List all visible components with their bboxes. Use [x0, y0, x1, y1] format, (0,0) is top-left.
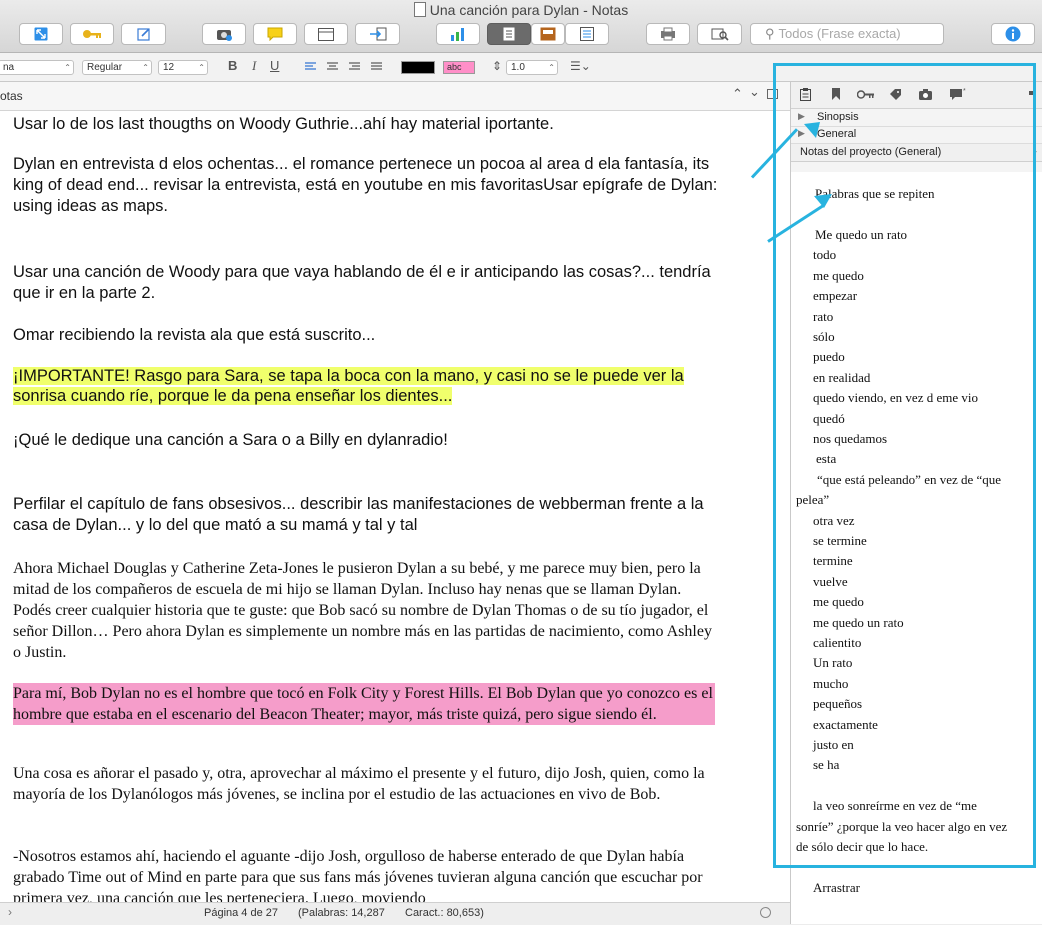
annotation-arrowhead [814, 194, 832, 208]
highlight-label: abc [447, 62, 462, 72]
paragraph: Omar recibiendo la revista ala que está … [13, 326, 376, 344]
outline-button[interactable] [565, 23, 609, 45]
annotation-highlight-box [773, 63, 1036, 868]
note-line: Arrastrar [813, 880, 860, 895]
statistics-button[interactable] [436, 23, 480, 45]
text-color-well[interactable] [401, 61, 435, 74]
chart-icon [451, 28, 464, 41]
pink-highlight-paragraph: Para mí, Bob Dylan no es el hombre que t… [13, 683, 715, 725]
window-title: Una canción para Dylan - Notas [0, 2, 1042, 18]
paragraph: ¡Qué le dedique una canción a Sara o a B… [13, 431, 448, 449]
edit-button[interactable] [121, 23, 166, 45]
search-placeholder: Todos (Frase exacta) [778, 26, 901, 41]
char-count: Caract.: 80,653) [405, 907, 484, 919]
info-icon [1005, 26, 1021, 42]
paragraph: Perfilar el capítulo de fans obsesivos..… [13, 495, 704, 534]
word-count: (Palabras: 14,287 [298, 907, 385, 919]
target-icon[interactable] [760, 907, 771, 918]
expand-icon [34, 27, 48, 41]
bold-button[interactable]: B [228, 58, 237, 73]
window-title-text: Una canción para Dylan - Notas [429, 2, 629, 18]
comment-icon [267, 27, 283, 41]
editor-header-title: otas [0, 89, 23, 103]
paragraph: Usar una canción de Woody para que vaya … [13, 263, 711, 302]
chevron-up-icon[interactable]: ⌃ [732, 86, 743, 102]
print-button[interactable] [646, 23, 690, 45]
page-view-button[interactable] [487, 23, 531, 45]
line-spacing-select[interactable]: 1.0 [506, 60, 558, 75]
highlight-color-well[interactable]: abc [443, 61, 475, 74]
paragraph: -Nosotros estamos ahí, haciendo el aguan… [13, 848, 703, 902]
list-style-icon[interactable]: ☰⌄ [570, 59, 591, 73]
document-icon [413, 2, 426, 17]
status-bar: › Página 4 de 27 (Palabras: 14,287 Carac… [0, 902, 790, 925]
corkboard-icon [540, 27, 556, 41]
editor-header: otas ⌃ ⌄ [0, 82, 790, 111]
outline-icon [580, 27, 594, 41]
highlighted-paragraph: ¡IMPORTANTE! Rasgo para Sara, se tapa la… [13, 366, 723, 406]
snapshot-icon [217, 30, 232, 41]
paragraph: Una cosa es añorar el pasado y, otra, ap… [13, 765, 705, 803]
comment-button[interactable] [253, 23, 297, 45]
yellow-highlight: ¡IMPORTANTE! Rasgo para Sara, se tapa la… [13, 367, 684, 405]
paragraph: Usar lo de los last thougths on Woody Gu… [13, 115, 554, 133]
corkboard-button[interactable] [531, 23, 565, 45]
line-spacing-icon: ⇕ [492, 59, 503, 73]
paragraph: Ahora Michael Douglas y Catherine Zeta-J… [13, 560, 712, 661]
import-button[interactable] [355, 23, 400, 45]
snapshot-button[interactable] [202, 23, 246, 45]
print-icon [661, 27, 675, 41]
layout-button[interactable] [304, 23, 348, 45]
font-size-value: 12 [163, 62, 175, 73]
page-count: Página 4 de 27 [204, 907, 279, 919]
import-icon [369, 27, 386, 41]
key-icon [83, 30, 101, 38]
edit-icon [136, 28, 150, 41]
font-style-value: Regular [87, 62, 123, 73]
font-style-select[interactable]: Regular [82, 60, 152, 75]
paragraph: Dylan en entrevista d elos ochentas... e… [13, 155, 718, 215]
expand-button[interactable] [19, 23, 63, 45]
keywords-button[interactable] [70, 23, 114, 45]
annotation-arrowhead [804, 122, 820, 138]
search-icon: ⚲ [765, 26, 775, 41]
chevron-down-icon[interactable]: ⌄ [749, 84, 760, 100]
disclosure-icon[interactable]: › [8, 905, 12, 919]
quick-reference-icon [711, 28, 729, 41]
page-view-icon [503, 27, 515, 41]
underline-button[interactable]: U [270, 58, 279, 73]
font-size-select[interactable]: 12 [158, 60, 208, 75]
info-button[interactable] [991, 23, 1035, 45]
window-titlebar: Una canción para Dylan - Notas ⚲ Todos (F… [0, 0, 1042, 53]
italic-button[interactable]: I [252, 58, 256, 74]
font-family-select[interactable]: na [0, 60, 74, 75]
search-field[interactable]: ⚲ Todos (Frase exacta) [750, 23, 944, 45]
alignment-icons[interactable] [305, 62, 383, 72]
line-spacing-value: 1.0 [511, 62, 525, 73]
font-family-value: na [3, 62, 15, 73]
layout-icon [318, 27, 334, 41]
quick-reference-button[interactable] [697, 23, 742, 45]
editor-text-area[interactable]: Usar lo de los last thougths on Woody Gu… [0, 111, 790, 902]
